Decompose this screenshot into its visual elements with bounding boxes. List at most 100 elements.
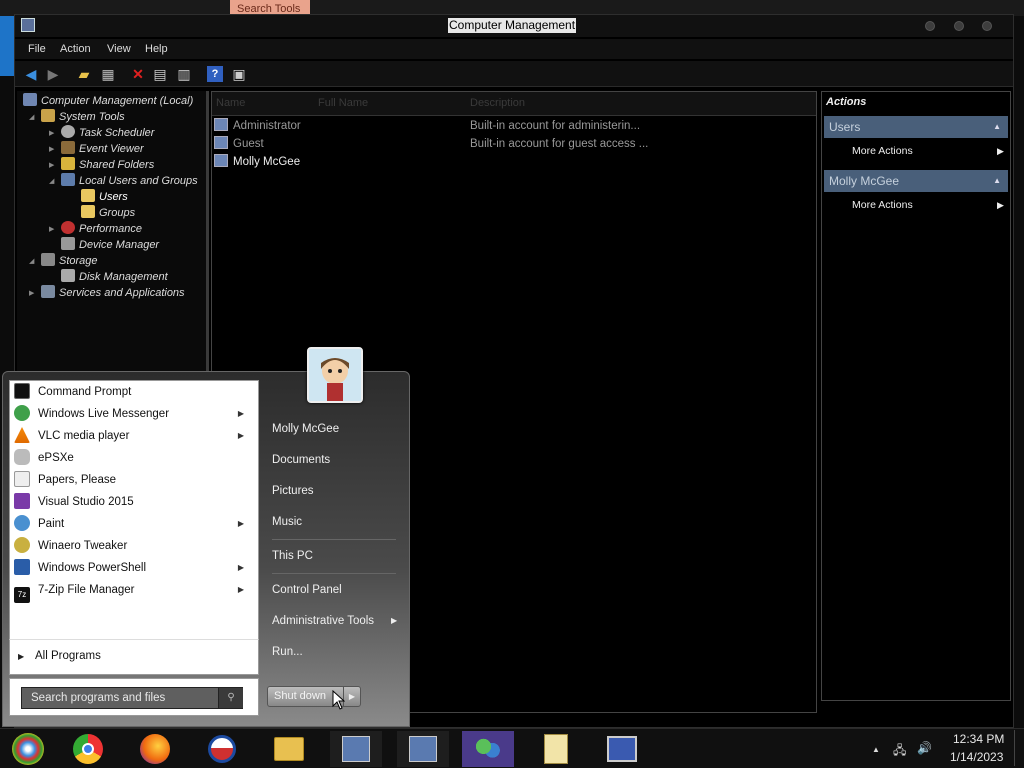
tree-item-shared-folders[interactable]: Shared Folders: [61, 157, 154, 173]
tree-item-task-scheduler[interactable]: Task Scheduler: [61, 125, 154, 141]
expand-icon[interactable]: ▶: [49, 225, 54, 233]
delete-icon[interactable]: ✕: [130, 66, 146, 82]
show-hidden-icons-icon[interactable]: ▲: [872, 745, 880, 754]
taskbar-notepad[interactable]: [530, 731, 582, 767]
program-winaero-tweaker[interactable]: Winaero Tweaker: [14, 535, 254, 557]
all-programs-label: All Programs: [35, 650, 101, 662]
separator: [272, 573, 396, 574]
column-full-name[interactable]: Full Name: [318, 97, 368, 109]
program-7zip[interactable]: 7z 7-Zip File Manager ▶: [14, 579, 254, 603]
start-link-documents[interactable]: Documents: [272, 449, 330, 471]
tree-item-performance[interactable]: Performance: [61, 221, 142, 237]
start-link-control-panel[interactable]: Control Panel: [272, 579, 342, 601]
expand-icon[interactable]: ▶: [29, 289, 34, 297]
tree-item-groups[interactable]: Groups: [81, 205, 135, 221]
list-row-guest[interactable]: Guest Built-in account for guest access .…: [214, 136, 664, 153]
taskbar-app-obama[interactable]: [196, 731, 248, 767]
tree-item-computer-management[interactable]: Computer Management (Local): [23, 93, 193, 109]
expand-icon[interactable]: ▶: [49, 145, 54, 153]
menu-help[interactable]: Help: [145, 43, 168, 55]
shared-folder-icon: [61, 157, 75, 170]
collapse-icon[interactable]: ◢: [49, 177, 54, 185]
clock-date[interactable]: 1/14/2023: [950, 750, 1003, 764]
minimize-button[interactable]: [925, 21, 935, 31]
action-pane-icon[interactable]: ▣: [231, 66, 247, 82]
expand-icon[interactable]: ▶: [49, 129, 54, 137]
program-windows-powershell[interactable]: Windows PowerShell ▶: [14, 557, 254, 579]
column-name[interactable]: Name: [216, 97, 245, 109]
menu-file[interactable]: File: [28, 43, 46, 55]
help-icon[interactable]: ?: [207, 66, 223, 82]
start-link-run[interactable]: Run...: [272, 641, 303, 663]
column-description[interactable]: Description: [470, 97, 525, 109]
close-button[interactable]: [982, 21, 992, 31]
all-programs-arrow-icon: ▶: [18, 652, 25, 661]
expand-icon[interactable]: ▶: [49, 161, 54, 169]
user-avatar[interactable]: [307, 347, 363, 403]
maximize-button[interactable]: [954, 21, 964, 31]
program-paint[interactable]: Paint ▶: [14, 513, 254, 535]
clock-time[interactable]: 12:34 PM: [953, 732, 1004, 746]
taskbar-computer-management-1[interactable]: [330, 731, 382, 767]
collapse-icon[interactable]: ◢: [29, 257, 34, 265]
program-papers-please[interactable]: Papers, Please: [14, 469, 254, 491]
start-link-music[interactable]: Music: [272, 511, 302, 533]
taskbar-chrome[interactable]: [62, 731, 114, 767]
back-icon[interactable]: ◀: [23, 66, 39, 82]
tree-item-event-viewer[interactable]: Event Viewer: [61, 141, 144, 157]
tree-item-local-users-and-groups[interactable]: Local Users and Groups: [61, 173, 198, 189]
actions-section-molly-mcgee[interactable]: Molly McGee ▲: [824, 170, 1008, 192]
program-visual-studio[interactable]: Visual Studio 2015: [14, 491, 254, 513]
program-vlc[interactable]: VLC media player ▶: [14, 425, 254, 447]
submenu-arrow-icon: ▶: [237, 431, 244, 440]
taskbar-file-explorer[interactable]: [263, 731, 315, 767]
start-orb-button[interactable]: [2, 731, 54, 767]
avatar-picture: [309, 349, 361, 401]
menu-view[interactable]: View: [107, 43, 131, 55]
tree-item-users[interactable]: Users: [81, 189, 128, 205]
tree-item-system-tools[interactable]: System Tools: [41, 109, 125, 125]
forward-icon[interactable]: ▶: [45, 66, 61, 82]
storage-icon: [41, 253, 55, 266]
taskbar-messenger[interactable]: [462, 731, 514, 767]
program-epsxe[interactable]: ePSXe: [14, 447, 254, 469]
program-command-prompt[interactable]: Command Prompt: [14, 381, 254, 403]
all-programs-row[interactable]: ▶ All Programs: [9, 639, 259, 675]
computer-management-icon: [21, 18, 35, 32]
more-actions-molly[interactable]: More Actions: [852, 199, 913, 211]
tree-item-disk-management[interactable]: Disk Management: [61, 269, 168, 285]
submenu-arrow-icon: ▶: [391, 616, 398, 625]
collapse-icon[interactable]: ◢: [29, 113, 34, 121]
start-link-this-pc[interactable]: This PC: [272, 545, 313, 567]
taskbar-remote-desktop[interactable]: [596, 731, 648, 767]
search-input[interactable]: Search programs and files ⚲: [21, 687, 243, 709]
list-row-administrator[interactable]: Administrator Built-in account for admini…: [214, 118, 664, 135]
more-actions-users[interactable]: More Actions: [852, 145, 913, 157]
actions-pane: Actions Users ▲ More Actions ▶ Molly McGe…: [821, 91, 1011, 701]
taskbar-computer-management-2[interactable]: [397, 731, 449, 767]
collapse-icon: ▲: [993, 176, 1001, 185]
program-windows-live-messenger[interactable]: Windows Live Messenger ▶: [14, 403, 254, 425]
tree-item-device-manager[interactable]: Device Manager: [61, 237, 159, 253]
shutdown-options-button[interactable]: ▶: [343, 686, 361, 707]
search-icon[interactable]: ⚲: [218, 688, 243, 708]
tree-item-storage[interactable]: Storage: [41, 253, 98, 269]
network-icon[interactable]: 🖧: [893, 741, 906, 762]
menu-action[interactable]: Action: [60, 43, 91, 55]
up-folder-icon[interactable]: ▰: [76, 66, 92, 82]
export-list-icon[interactable]: ▥: [176, 66, 192, 82]
list-row-molly-mcgee[interactable]: Molly McGee: [214, 154, 664, 171]
volume-icon[interactable]: 🔊: [917, 741, 932, 755]
start-link-pictures[interactable]: Pictures: [272, 480, 314, 502]
start-link-user[interactable]: Molly McGee: [272, 418, 339, 440]
tweaker-icon: [14, 537, 30, 553]
tree-item-services-and-applications[interactable]: Services and Applications: [41, 285, 185, 301]
show-hide-tree-icon[interactable]: ▦: [100, 66, 116, 82]
title-bar[interactable]: Computer Management: [15, 15, 1013, 37]
properties-icon[interactable]: ▤: [152, 66, 168, 82]
taskbar-firefox[interactable]: [129, 731, 181, 767]
actions-section-users[interactable]: Users ▲: [824, 116, 1008, 138]
submenu-arrow-icon: ▶: [997, 146, 1004, 156]
start-link-administrative-tools[interactable]: Administrative Tools: [272, 610, 374, 632]
show-desktop-button[interactable]: [1014, 730, 1020, 766]
